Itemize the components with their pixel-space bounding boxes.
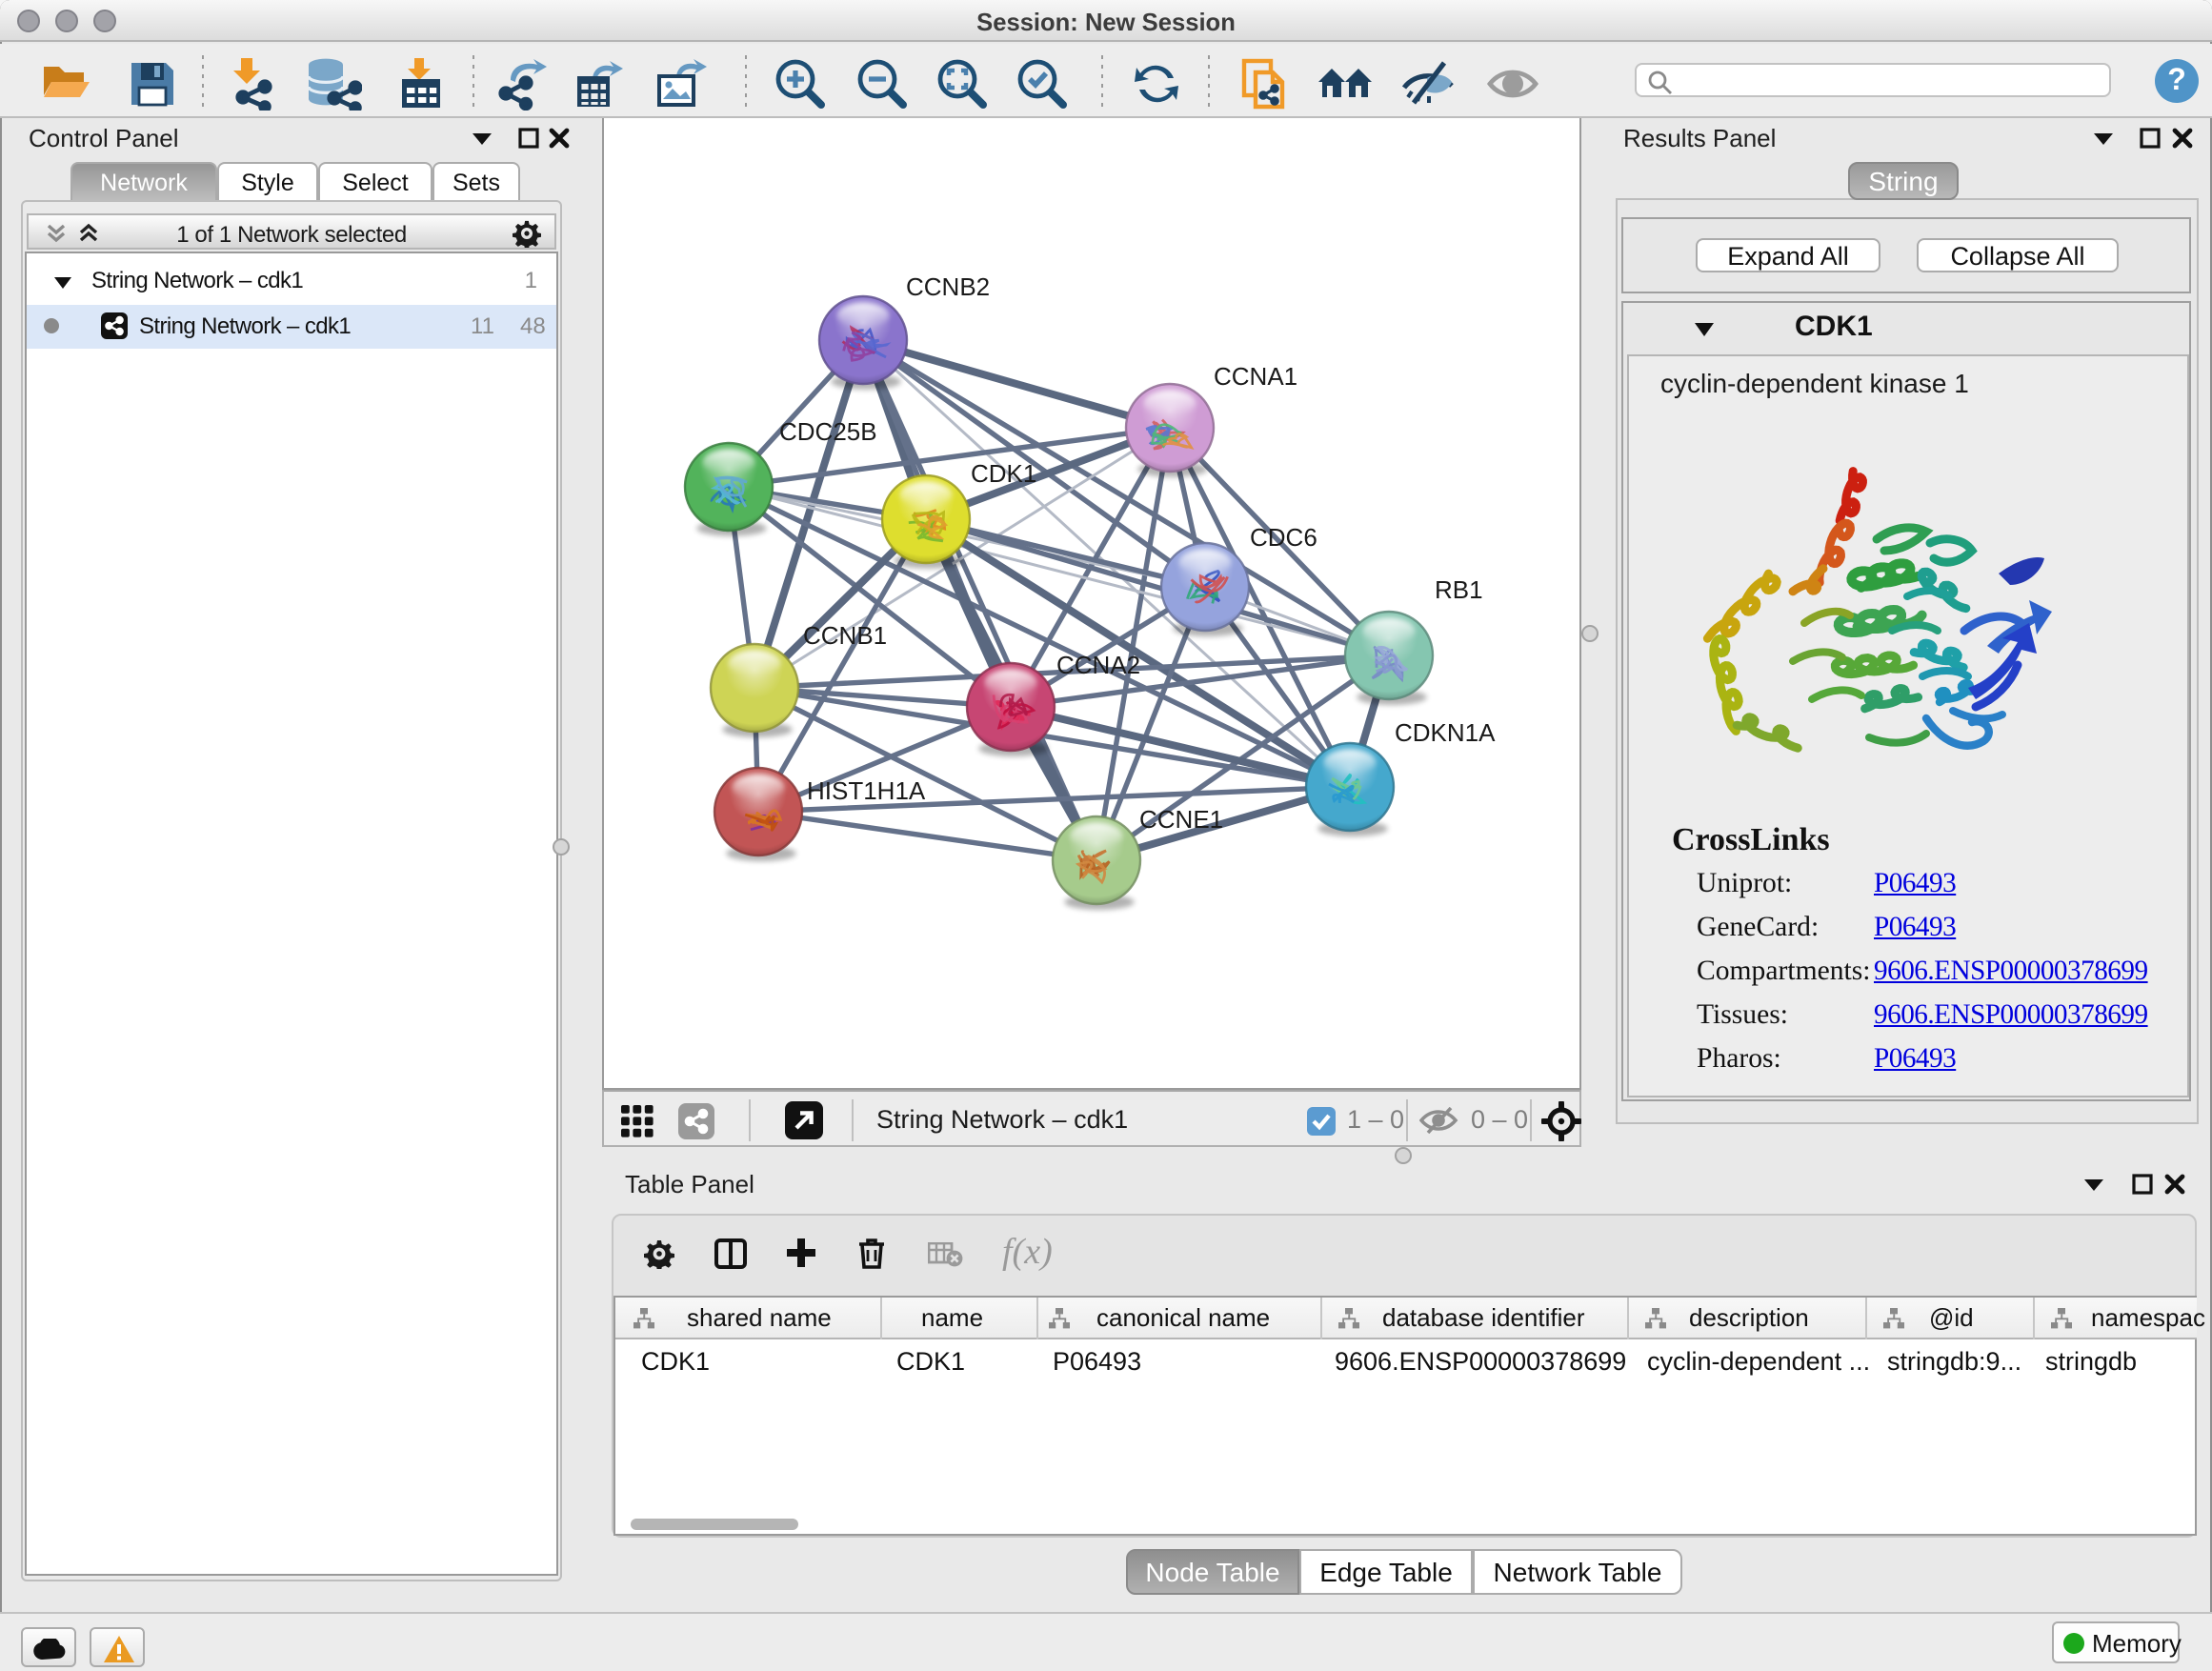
svg-text:CDC25B: CDC25B xyxy=(779,417,877,446)
svg-text:CCNA2: CCNA2 xyxy=(1056,651,1140,679)
svg-text:CCNB1: CCNB1 xyxy=(803,621,887,650)
svg-text:CDKN1A: CDKN1A xyxy=(1395,718,1496,747)
svg-text:CCNE1: CCNE1 xyxy=(1139,805,1223,834)
svg-text:HIST1H1A: HIST1H1A xyxy=(807,776,926,805)
svg-text:CCNA1: CCNA1 xyxy=(1214,362,1297,391)
svg-text:CDC6: CDC6 xyxy=(1250,523,1317,552)
svg-text:CCNB2: CCNB2 xyxy=(906,272,990,301)
svg-text:CDK1: CDK1 xyxy=(971,459,1036,488)
svg-text:RB1: RB1 xyxy=(1435,575,1483,604)
